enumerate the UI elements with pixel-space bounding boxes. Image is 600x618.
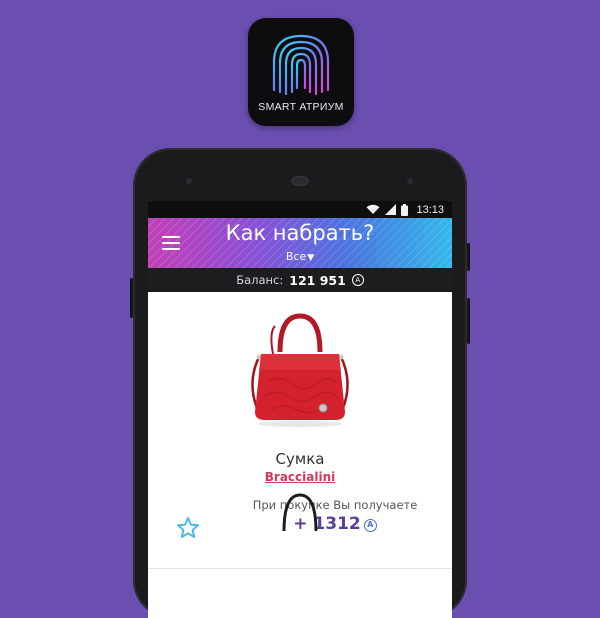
- status-bar: 13:13: [148, 201, 452, 218]
- app-icon: SMART АТРИУМ: [248, 18, 354, 126]
- filter-label: Все: [285, 250, 307, 263]
- phone-frame: 13:13 Как набрать? Все▼ Баланс: 121 951 …: [130, 148, 470, 618]
- sensor-icon: [407, 178, 413, 184]
- currency-icon: A: [351, 274, 364, 286]
- fingerprint-logo-icon: [272, 34, 330, 96]
- filter-dropdown[interactable]: Все▼: [148, 250, 452, 263]
- phone-side-button-right-top: [467, 243, 470, 271]
- front-camera-icon: [186, 178, 192, 184]
- phone-screen: 13:13 Как набрать? Все▼ Баланс: 121 951 …: [148, 201, 452, 618]
- balance-value: 121 951: [289, 272, 346, 288]
- product-image[interactable]: [245, 312, 355, 430]
- reward-description: При покупке Вы получаете: [252, 498, 418, 512]
- card-divider: [148, 568, 452, 569]
- balance-bar: Баланс: 121 951 A: [148, 268, 452, 292]
- app-brand-name: SMART АТРИУМ: [258, 101, 344, 113]
- product-brand-link[interactable]: Braccialini: [148, 470, 452, 484]
- chevron-down-icon: ▼: [307, 253, 315, 263]
- reward-value: + 1312 A: [218, 514, 452, 534]
- page-title: Как набрать?: [225, 221, 375, 245]
- earpiece-speaker: [291, 176, 309, 186]
- phone-side-button-right-bottom: [467, 298, 470, 344]
- phone-side-button-left: [130, 278, 133, 318]
- currency-icon: A: [363, 518, 377, 532]
- balance-label: Баланс:: [236, 273, 284, 287]
- product-name: Сумка: [275, 450, 325, 468]
- battery-icon: [401, 203, 409, 216]
- wifi-icon: [366, 204, 380, 214]
- next-product-image[interactable]: [278, 491, 322, 531]
- app-header: Как набрать? Все▼: [148, 218, 452, 268]
- star-outline-icon[interactable]: [176, 516, 200, 540]
- signal-icon: [385, 204, 397, 215]
- status-time: 13:13: [416, 203, 444, 216]
